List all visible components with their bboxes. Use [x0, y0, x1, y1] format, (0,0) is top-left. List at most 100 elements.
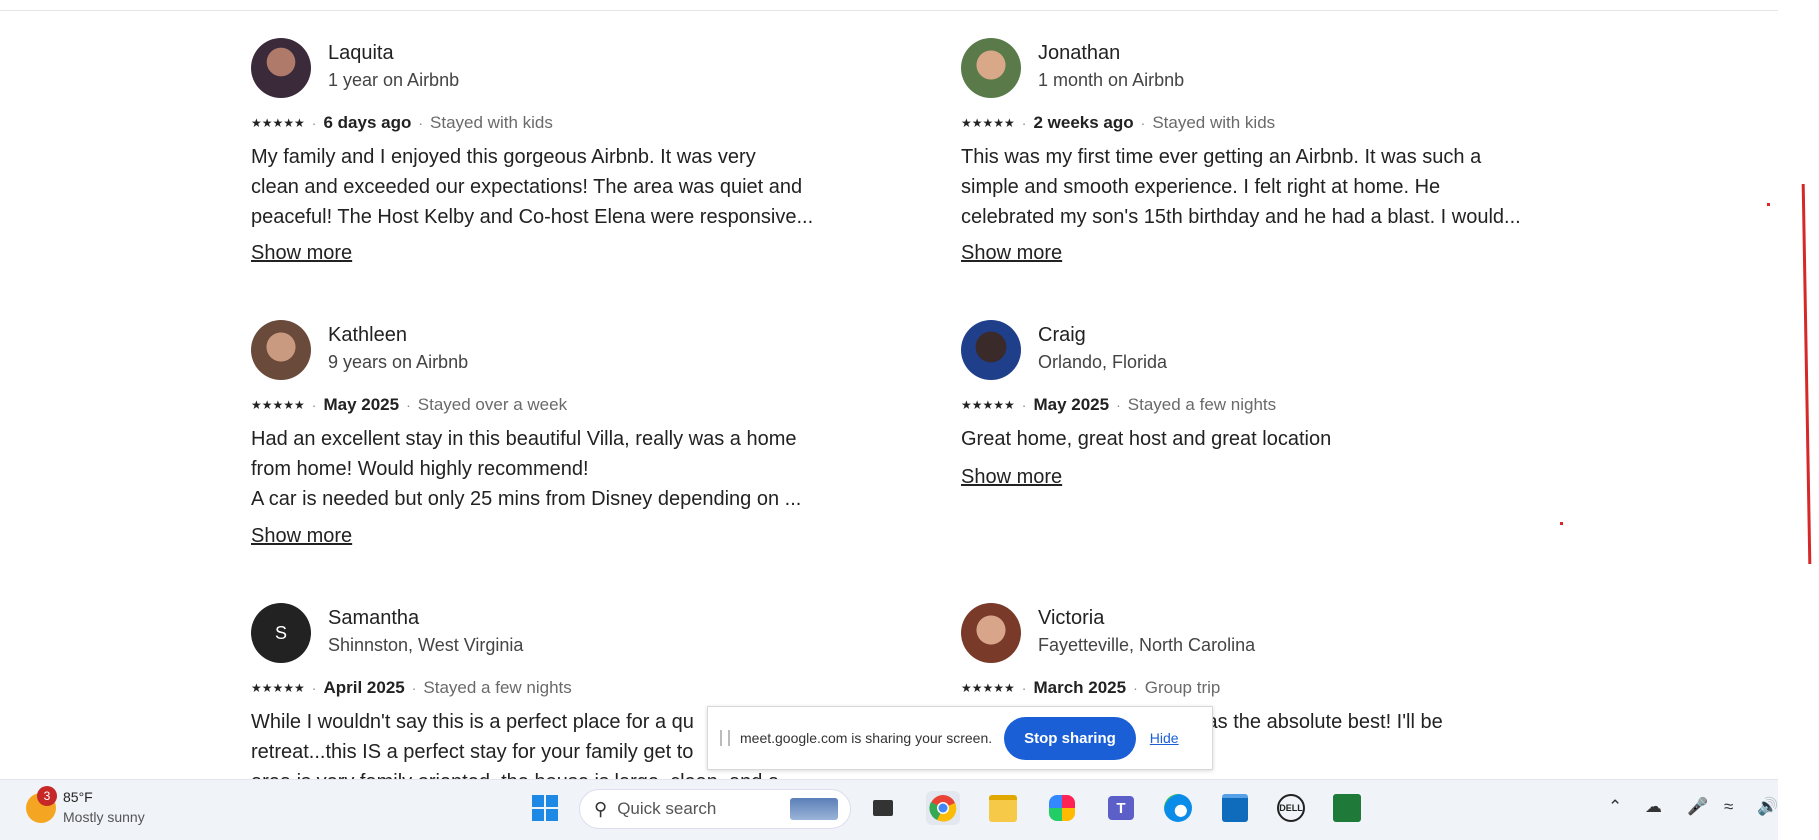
review-line: My family and I enjoyed this gorgeous Ai…: [251, 146, 756, 168]
reviewer-location: Fayetteville, North Carolina: [1038, 635, 1256, 655]
review-meta: ★★★★★ · May 2025 · Stayed a few nights: [961, 395, 1276, 415]
review-line: A car is needed but only 25 mins from Di…: [251, 488, 802, 510]
review-meta: ★★★★★ · April 2025 · Stayed a few nights: [251, 678, 572, 698]
review-date: 2 weeks ago: [1033, 113, 1134, 132]
review-text: My family and I enjoyed this gorgeous Ai…: [251, 142, 851, 232]
avatar[interactable]: [961, 603, 1021, 663]
review-card: Kathleen 9 years on Airbnb ★★★★★ · May 2…: [251, 320, 851, 560]
weather-condition[interactable]: Mostly sunny: [63, 809, 145, 825]
review-date: April 2025: [323, 678, 405, 697]
chrome-icon[interactable]: [926, 791, 960, 825]
file-explorer-icon[interactable]: [986, 791, 1020, 825]
review-card: Craig Orlando, Florida ★★★★★ · May 2025 …: [961, 320, 1561, 500]
windows-start-icon[interactable]: [528, 791, 562, 825]
review-line: peaceful! The Host Kelby and Co-host Ele…: [251, 206, 814, 228]
reviewer-tenure: 9 years on Airbnb: [328, 352, 469, 372]
review-card: Jonathan 1 month on Airbnb ★★★★★ · 2 wee…: [961, 38, 1561, 278]
review-text: Had an excellent stay in this beautiful …: [251, 424, 851, 514]
drag-handle-icon[interactable]: [720, 730, 730, 746]
avatar[interactable]: [961, 320, 1021, 380]
review-date: March 2025: [1033, 678, 1127, 697]
search-placeholder: Quick search: [617, 799, 717, 818]
separator-dot: ·: [406, 397, 411, 413]
stop-sharing-button[interactable]: Stop sharing: [1004, 716, 1136, 760]
show-more-link[interactable]: Show more: [251, 242, 352, 265]
rating-stars: ★★★★★: [961, 398, 1015, 412]
avatar[interactable]: S: [251, 603, 311, 663]
separator-dot: ·: [311, 397, 317, 413]
annotation-dot: [1767, 203, 1770, 206]
review-line: celebrated my son's 15th birthday and he…: [961, 206, 1521, 228]
reviewer-name: Laquita: [328, 42, 394, 64]
weather-badge: 3: [37, 786, 57, 806]
separator-dot: ·: [311, 115, 317, 131]
chevron-up-icon[interactable]: ⌃: [1608, 797, 1622, 817]
review-line: from home! Would highly recommend!: [251, 458, 589, 480]
avatar[interactable]: [251, 320, 311, 380]
microphone-icon[interactable]: 🎤: [1687, 797, 1708, 817]
show-more-link[interactable]: Show more: [961, 242, 1062, 265]
hide-link[interactable]: Hide: [1150, 730, 1179, 746]
reviewer-name: Samantha: [328, 607, 420, 629]
rating-stars: ★★★★★: [961, 116, 1015, 130]
search-highlight-icon: [790, 798, 838, 820]
review-line: simple and smooth experience. I felt rig…: [961, 176, 1441, 198]
task-view-icon[interactable]: [866, 791, 900, 825]
screen-share-bar: meet.google.com is sharing your screen. …: [707, 706, 1213, 770]
rating-stars: ★★★★★: [961, 681, 1015, 695]
avatar[interactable]: [961, 38, 1021, 98]
speaker-icon[interactable]: 🔊: [1757, 797, 1778, 817]
review-meta: ★★★★★ · 6 days ago · Stayed with kids: [251, 113, 553, 133]
stay-type: Stayed over a week: [417, 395, 568, 414]
reviewer-tenure: 1 month on Airbnb: [1038, 70, 1185, 90]
review-meta: ★★★★★ · May 2025 · Stayed over a week: [251, 395, 567, 415]
review-date: May 2025: [323, 395, 400, 414]
separator-dot: ·: [1140, 115, 1146, 131]
separator-dot: ·: [1021, 115, 1027, 131]
stay-type: Stayed a few nights: [1127, 395, 1277, 414]
copilot-icon[interactable]: [1045, 791, 1079, 825]
show-more-link[interactable]: Show more: [251, 525, 352, 548]
review-date: 6 days ago: [323, 113, 412, 132]
reviewer-tenure: 1 year on Airbnb: [328, 70, 460, 90]
cloud-off-icon[interactable]: ☁: [1645, 797, 1662, 817]
rating-stars: ★★★★★: [251, 681, 305, 695]
teams-icon[interactable]: T: [1104, 791, 1138, 825]
review-card: Laquita 1 year on Airbnb ★★★★★ · 6 days …: [251, 38, 851, 278]
separator-dot: ·: [311, 680, 317, 696]
stay-type: Group trip: [1144, 678, 1221, 697]
review-line: This was my first time ever getting an A…: [961, 146, 1482, 168]
share-status-text: meet.google.com is sharing your screen.: [740, 730, 993, 746]
review-line: clean and exceeded our expectations! The…: [251, 176, 803, 198]
top-divider: [0, 10, 1778, 11]
stay-type: Stayed with kids: [1152, 113, 1276, 132]
reviewer-location: Shinnston, West Virginia: [328, 635, 524, 655]
weather-temperature[interactable]: 85°F: [63, 789, 93, 805]
quick-search-box[interactable]: ⚲ Quick search: [579, 789, 851, 829]
reviewer-name: Kathleen: [328, 324, 407, 346]
separator-dot: ·: [1021, 680, 1027, 696]
rating-stars: ★★★★★: [251, 398, 305, 412]
separator-dot: ·: [1021, 397, 1027, 413]
review-text: Great home, great host and great locatio…: [961, 424, 1561, 454]
dell-icon[interactable]: DELL: [1274, 791, 1308, 825]
reviewer-name: Victoria: [1038, 607, 1105, 629]
review-text: This was my first time ever getting an A…: [961, 142, 1561, 232]
reviewer-location: Orlando, Florida: [1038, 352, 1168, 372]
wifi-icon[interactable]: ≈: [1724, 797, 1733, 817]
rating-stars: ★★★★★: [251, 116, 305, 130]
reviewer-name: Craig: [1038, 324, 1086, 346]
store-icon[interactable]: [1218, 791, 1252, 825]
separator-dot: ·: [1133, 680, 1138, 696]
separator-dot: ·: [1116, 397, 1121, 413]
app-icon[interactable]: [1330, 791, 1364, 825]
edge-icon[interactable]: [1161, 791, 1195, 825]
review-date: May 2025: [1033, 395, 1110, 414]
show-more-link[interactable]: Show more: [961, 466, 1062, 489]
separator-dot: ·: [418, 115, 424, 131]
avatar[interactable]: [251, 38, 311, 98]
search-icon: ⚲: [594, 798, 608, 819]
stay-type: Stayed with kids: [430, 113, 553, 132]
annotation-stroke: [1801, 184, 1812, 564]
review-meta: ★★★★★ · 2 weeks ago · Stayed with kids: [961, 113, 1275, 133]
